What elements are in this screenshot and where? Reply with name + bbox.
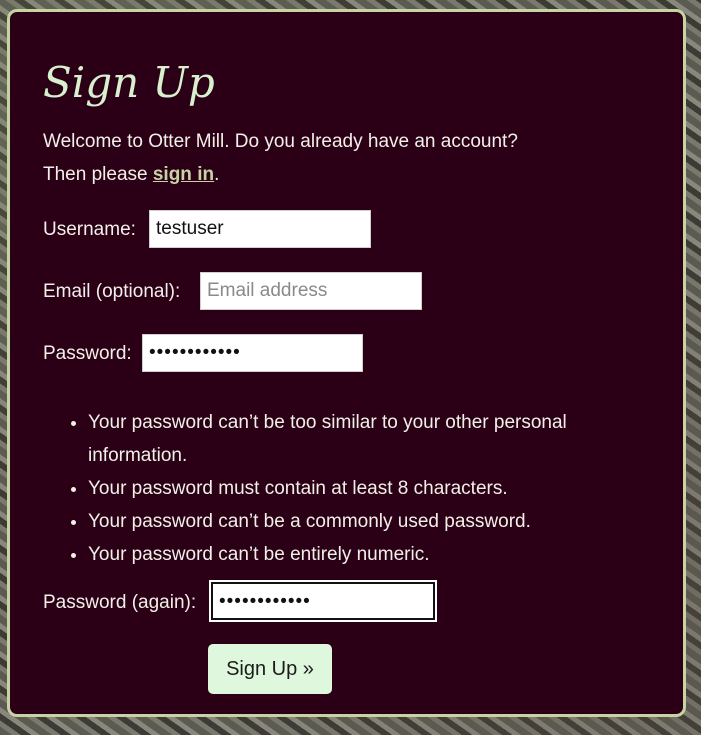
password-rule: Your password can’t be a commonly used p… [88, 505, 658, 538]
password-field[interactable]: •••••••••••• [142, 334, 363, 372]
intro-text: Welcome to Otter Mill. Do you already ha… [43, 125, 643, 191]
email-field[interactable]: Email address [200, 272, 422, 310]
intro-line-2-prefix: Then please [43, 164, 153, 185]
signup-card: Sign Up Welcome to Otter Mill. Do you al… [7, 9, 686, 717]
email-label: Email (optional): [43, 281, 181, 302]
password-again-field[interactable]: •••••••••••• [209, 580, 437, 622]
page-title: Sign Up [43, 58, 215, 107]
intro-line-2-suffix: . [214, 164, 220, 185]
password-rule: Your password must contain at least 8 ch… [88, 472, 658, 505]
password-again-label: Password (again): [43, 592, 197, 613]
password-rule: Your password can’t be entirely numeric. [88, 538, 658, 571]
password-rules-list: Your password can’t be too similar to yo… [62, 406, 658, 571]
sign-in-link[interactable]: sign in [153, 164, 214, 185]
password-label: Password: [43, 343, 132, 364]
sign-up-button[interactable]: Sign Up » [208, 644, 332, 694]
password-rule: Your password can’t be too similar to yo… [88, 406, 658, 472]
username-label: Username: [43, 219, 136, 240]
username-field[interactable]: testuser [149, 210, 371, 248]
intro-line-1: Welcome to Otter Mill. Do you already ha… [43, 131, 518, 152]
intro-line-2: Then please sign in. [43, 158, 643, 191]
